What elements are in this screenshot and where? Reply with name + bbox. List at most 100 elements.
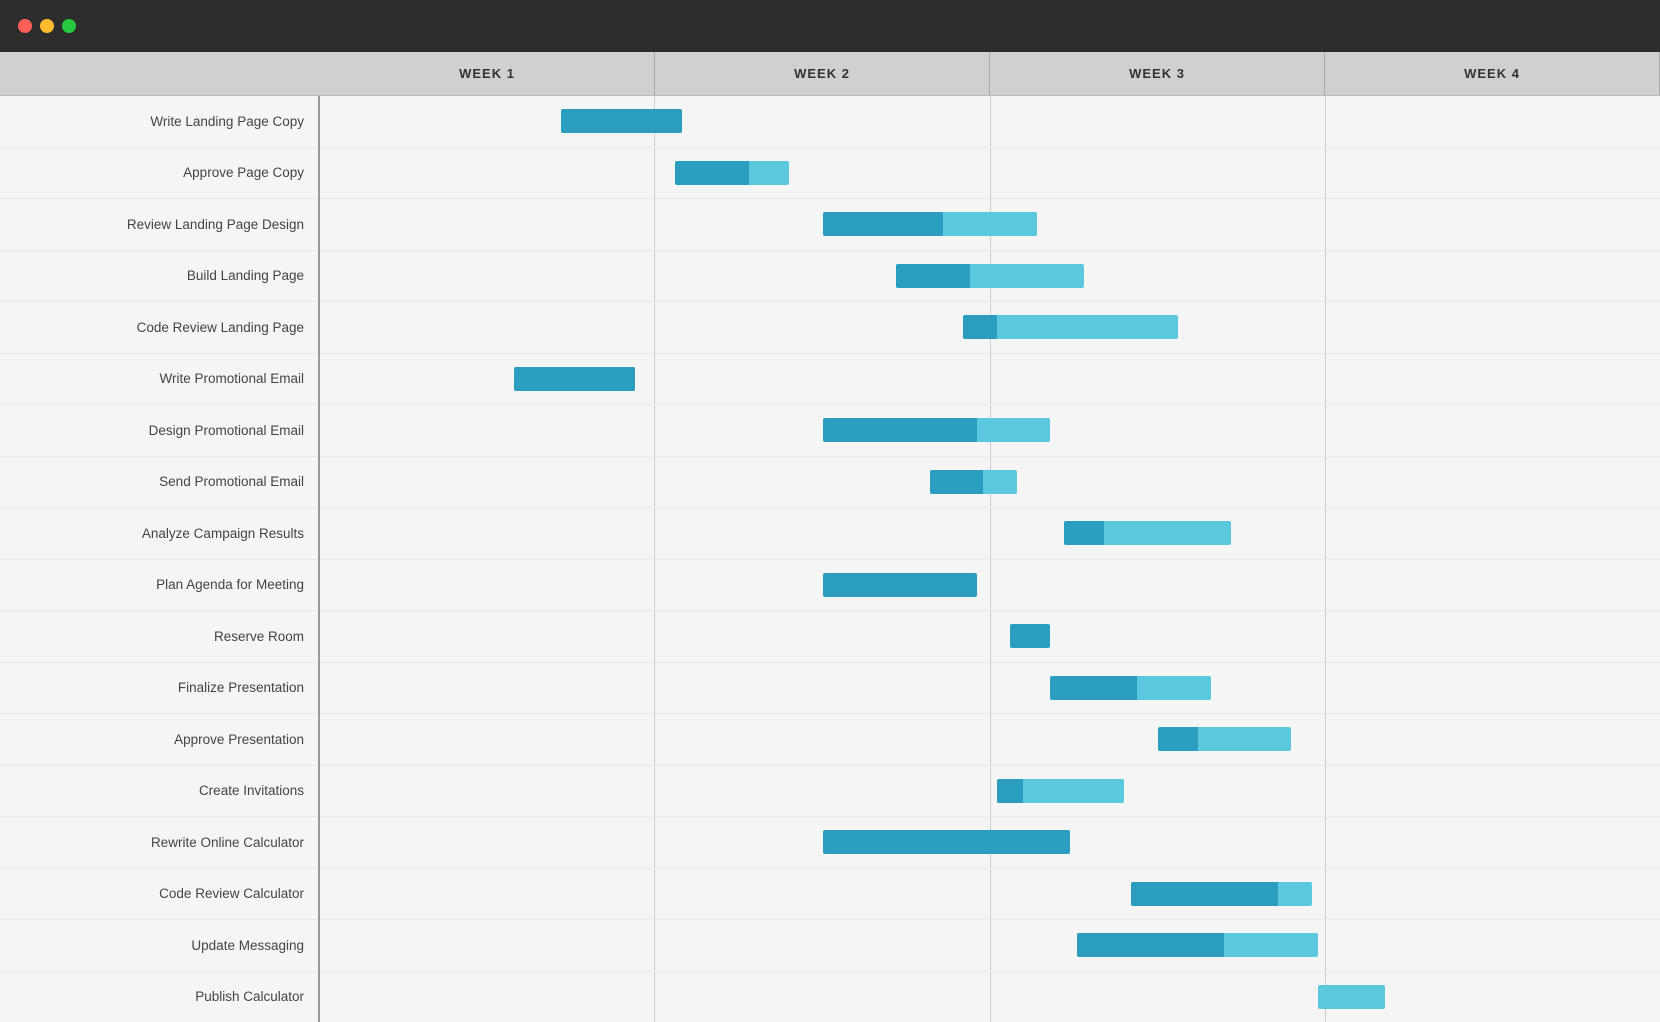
bar-light-segment (1023, 779, 1123, 803)
task-label: Finalize Presentation (178, 680, 304, 695)
task-label: Code Review Calculator (159, 886, 304, 901)
gantt-bar[interactable] (561, 109, 682, 133)
gantt-row (320, 869, 1660, 921)
task-label-row: Analyze Campaign Results (0, 508, 318, 560)
gantt-bar[interactable] (1158, 727, 1292, 751)
dot-green[interactable] (62, 19, 76, 33)
gantt-bar[interactable] (1050, 676, 1211, 700)
gantt-row (320, 714, 1660, 766)
bar-light-segment (983, 470, 1016, 494)
bar-dark-segment (823, 573, 977, 597)
gantt-row (320, 251, 1660, 303)
task-label-row: Design Promotional Email (0, 405, 318, 457)
bar-dark-segment (896, 264, 970, 288)
bar-dark-segment (514, 367, 635, 391)
task-label-row: Review Landing Page Design (0, 199, 318, 251)
task-label: Write Promotional Email (159, 371, 304, 386)
bar-light-segment (749, 161, 789, 185)
gantt-bar[interactable] (823, 418, 1051, 442)
gantt-row (320, 148, 1660, 200)
task-label: Plan Agenda for Meeting (156, 577, 304, 592)
gantt-row (320, 96, 1660, 148)
task-label: Update Messaging (191, 938, 304, 953)
bar-dark-segment (1064, 521, 1104, 545)
bar-dark-segment (1050, 676, 1137, 700)
bar-light-segment (970, 264, 1084, 288)
gantt-bar[interactable] (1077, 933, 1318, 957)
gantt-bar[interactable] (823, 212, 1037, 236)
gantt-bar[interactable] (514, 367, 635, 391)
gantt-row (320, 302, 1660, 354)
gantt-row (320, 972, 1660, 1022)
gantt-bar[interactable] (823, 573, 977, 597)
week3-header: WEEK 3 (990, 52, 1325, 95)
gantt-row (320, 354, 1660, 406)
task-label-row: Reserve Room (0, 611, 318, 663)
task-label: Reserve Room (214, 629, 304, 644)
bar-light-segment (1278, 882, 1311, 906)
main-window: WEEK 1 WEEK 2 WEEK 3 WEEK 4 Write Landin… (0, 52, 1660, 1022)
bar-dark-segment (1131, 882, 1278, 906)
gantt-bar[interactable] (930, 470, 1017, 494)
dot-yellow[interactable] (40, 19, 54, 33)
bar-light-segment (977, 418, 1051, 442)
bar-dark-segment (561, 109, 682, 133)
week4-header: WEEK 4 (1325, 52, 1660, 95)
bar-dark-segment (1158, 727, 1198, 751)
task-label-row: Approve Page Copy (0, 148, 318, 200)
gantt-bar[interactable] (823, 830, 1071, 854)
dot-red[interactable] (18, 19, 32, 33)
task-label-row: Write Landing Page Copy (0, 96, 318, 148)
task-label-row: Write Promotional Email (0, 354, 318, 406)
gantt-bar[interactable] (1318, 985, 1385, 1009)
task-label: Code Review Landing Page (137, 320, 304, 335)
gantt-bar[interactable] (675, 161, 789, 185)
bar-light-segment (997, 315, 1178, 339)
gantt-bar[interactable] (963, 315, 1177, 339)
task-label: Design Promotional Email (149, 423, 304, 438)
bar-dark-segment (823, 212, 944, 236)
bar-dark-segment (823, 418, 977, 442)
week2-header: WEEK 2 (655, 52, 990, 95)
task-label-row: Plan Agenda for Meeting (0, 560, 318, 612)
bar-light-segment (1318, 985, 1385, 1009)
task-label: Publish Calculator (195, 989, 304, 1004)
task-label: Write Landing Page Copy (150, 114, 304, 129)
gantt-bar[interactable] (1131, 882, 1312, 906)
bar-light-segment (943, 212, 1037, 236)
bar-dark-segment (930, 470, 984, 494)
task-label-row: Send Promotional Email (0, 457, 318, 509)
gantt-row (320, 611, 1660, 663)
chart-area: Write Landing Page Copy Approve Page Copy… (0, 96, 1660, 1022)
task-label-row: Finalize Presentation (0, 663, 318, 715)
gantt-bar[interactable] (1064, 521, 1232, 545)
task-label-row: Update Messaging (0, 920, 318, 972)
task-label-row: Create Invitations (0, 766, 318, 818)
gantt-bar[interactable] (1010, 624, 1050, 648)
task-label: Analyze Campaign Results (142, 526, 304, 541)
week-header: WEEK 1 WEEK 2 WEEK 3 WEEK 4 (0, 52, 1660, 96)
gantt-bar[interactable] (997, 779, 1124, 803)
task-label: Approve Presentation (174, 732, 304, 747)
gantt-row (320, 560, 1660, 612)
gantt-bar[interactable] (896, 264, 1084, 288)
bar-dark-segment (963, 315, 996, 339)
task-label: Rewrite Online Calculator (151, 835, 304, 850)
bar-dark-segment (1077, 933, 1224, 957)
task-label: Create Invitations (199, 783, 304, 798)
bar-dark-segment (823, 830, 1071, 854)
gantt-row (320, 766, 1660, 818)
task-label-row: Code Review Calculator (0, 869, 318, 921)
bar-dark-segment (1010, 624, 1050, 648)
gantt-row (320, 405, 1660, 457)
bar-light-segment (1224, 933, 1318, 957)
gantt-row (320, 199, 1660, 251)
bar-light-segment (1137, 676, 1211, 700)
week1-header: WEEK 1 (320, 52, 655, 95)
bar-light-segment (1198, 727, 1292, 751)
bar-dark-segment (997, 779, 1024, 803)
task-labels: Write Landing Page Copy Approve Page Copy… (0, 96, 320, 1022)
gantt-row (320, 457, 1660, 509)
gantt-row (320, 817, 1660, 869)
title-bar (0, 0, 1660, 52)
